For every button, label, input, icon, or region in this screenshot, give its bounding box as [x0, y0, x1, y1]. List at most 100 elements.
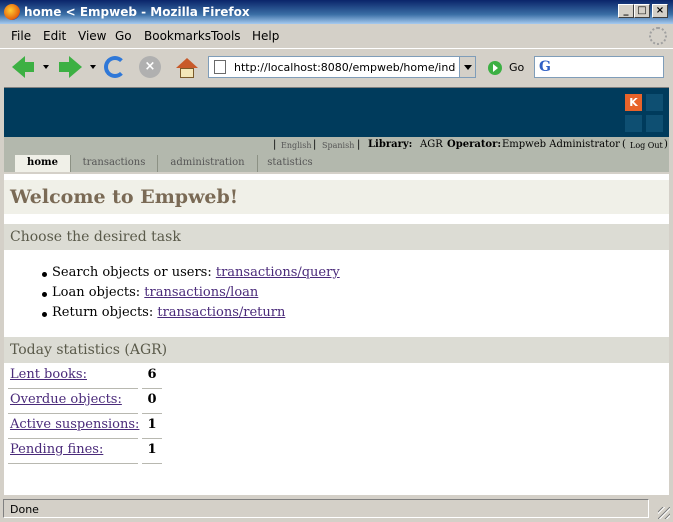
list-item: Return objects: transactions/return [42, 305, 340, 325]
forward-history-dropdown[interactable] [90, 65, 96, 69]
site-banner: K [4, 88, 669, 137]
minimize-button[interactable]: _ [618, 4, 634, 18]
operator-label: Operator: [447, 139, 502, 150]
back-arrow-tail [24, 62, 34, 72]
firefox-icon [4, 4, 20, 20]
close-button[interactable]: × [652, 4, 668, 18]
transactions-return-link[interactable]: transactions/return [157, 305, 285, 320]
page-icon [214, 60, 226, 74]
active-suspensions-link[interactable]: Active suspensions: [10, 417, 139, 432]
library-value: AGR [420, 139, 443, 150]
maximize-button[interactable]: □ [634, 4, 650, 18]
tab-divider [4, 172, 669, 174]
active-suspensions-value: 1 [142, 417, 162, 439]
bullet [42, 292, 47, 297]
lent-books-link[interactable]: Lent books: [10, 367, 87, 382]
back-history-dropdown[interactable] [43, 65, 49, 69]
stats-section-header: Today statistics (AGR) [4, 337, 669, 363]
resize-grip-icon[interactable] [658, 507, 670, 519]
stat-label-cell: Lent books: [8, 367, 138, 389]
list-item: Loan objects: transactions/loan [42, 285, 340, 305]
throbber-icon [649, 27, 667, 45]
url-text[interactable]: http://localhost:8080/empweb/home/index.… [234, 61, 456, 74]
url-bar[interactable]: http://localhost:8080/empweb/home/index.… [208, 56, 476, 78]
language-english-link[interactable]: English [281, 141, 312, 150]
main-tabs: home transactions administration statist… [4, 153, 669, 172]
home-wall [180, 68, 194, 78]
stat-label-cell: Active suspensions: [8, 417, 139, 439]
logo-square [625, 115, 642, 132]
site-logo: K [625, 94, 665, 134]
window-title: home < Empweb - Mozilla Firefox [24, 5, 250, 19]
separator: | [313, 139, 317, 150]
separator: | [273, 139, 277, 150]
pending-fines-link[interactable]: Pending fines: [10, 442, 103, 457]
stat-label-cell: Overdue objects: [8, 392, 138, 414]
language-spanish-link[interactable]: Spanish [322, 141, 354, 150]
menu-bookmarks[interactable]: Bookmarks [144, 29, 211, 43]
logout-link[interactable]: Log Out [630, 141, 663, 150]
pending-fines-value: 1 [142, 442, 162, 464]
menu-edit[interactable]: Edit [43, 29, 66, 43]
table-row: Overdue objects: 0 [8, 389, 168, 414]
window-title-bar: home < Empweb - Mozilla Firefox _ □ × [0, 0, 673, 24]
menu-file[interactable]: File [11, 29, 31, 43]
separator: | [357, 139, 361, 150]
chevron-down-icon [464, 65, 472, 70]
task-list: Search objects or users: transactions/qu… [42, 265, 340, 325]
task-label: Loan objects: [52, 285, 145, 300]
stop-icon[interactable]: × [139, 56, 161, 78]
forward-arrow-icon [69, 56, 82, 78]
transactions-loan-link[interactable]: transactions/loan [144, 285, 258, 300]
stats-heading: Today statistics (AGR) [10, 342, 168, 358]
bullet [42, 272, 47, 277]
logout-paren-close: ) [664, 139, 668, 150]
operator-value: Empweb Administrator [502, 139, 620, 150]
home-icon[interactable] [176, 58, 198, 78]
table-row: Pending fines: 1 [8, 439, 168, 464]
url-dropdown-button[interactable] [459, 57, 475, 77]
tasks-section-header: Choose the desired task [4, 224, 669, 250]
table-row: Lent books: 6 [8, 364, 168, 389]
status-bar: Done [0, 497, 673, 522]
home-roof [176, 58, 198, 68]
tab-home[interactable]: home [15, 155, 70, 172]
reload-icon[interactable] [104, 56, 126, 78]
overdue-objects-link[interactable]: Overdue objects: [10, 392, 122, 407]
google-icon[interactable]: G [539, 59, 551, 75]
session-info-bar: | English | Spanish | Library: AGR Opera… [4, 137, 669, 153]
status-cell: Done [3, 499, 649, 518]
go-arrow [493, 64, 498, 72]
navigation-toolbar: × http://localhost:8080/empweb/home/inde… [0, 48, 673, 86]
table-row: Active suspensions: 1 [8, 414, 168, 439]
list-item: Search objects or users: transactions/qu… [42, 265, 340, 285]
logout-paren-open: ( [622, 139, 626, 150]
menu-help[interactable]: Help [252, 29, 279, 43]
overdue-objects-value: 0 [142, 392, 162, 414]
transactions-query-link[interactable]: transactions/query [216, 265, 340, 280]
tab-statistics[interactable]: statistics [257, 155, 322, 172]
page-viewport: K | English | Spanish | Library: AGR Ope… [4, 87, 669, 495]
go-icon[interactable] [488, 61, 502, 75]
menu-go[interactable]: Go [115, 29, 132, 43]
logo-square [646, 115, 663, 132]
tasks-heading: Choose the desired task [10, 229, 181, 245]
menu-view[interactable]: View [78, 29, 106, 43]
lent-books-value: 6 [142, 367, 162, 389]
stat-label-cell: Pending fines: [8, 442, 138, 464]
tab-transactions[interactable]: transactions [70, 155, 157, 172]
page-title: Welcome to Empweb! [10, 186, 239, 208]
logo-square [646, 94, 663, 111]
tab-administration[interactable]: administration [157, 155, 257, 172]
go-button-label[interactable]: Go [509, 61, 524, 74]
status-text: Done [10, 503, 39, 516]
menu-tools[interactable]: Tools [211, 29, 241, 43]
task-label: Return objects: [52, 305, 158, 320]
menu-bar: File Edit View Go Bookmarks Tools Help [0, 25, 673, 47]
search-input[interactable]: G [534, 56, 664, 78]
bullet [42, 312, 47, 317]
library-label: Library: [368, 139, 413, 150]
forward-arrow-tail [59, 62, 69, 72]
welcome-banner: Welcome to Empweb! [4, 180, 669, 214]
logo-letter: K [625, 94, 642, 111]
